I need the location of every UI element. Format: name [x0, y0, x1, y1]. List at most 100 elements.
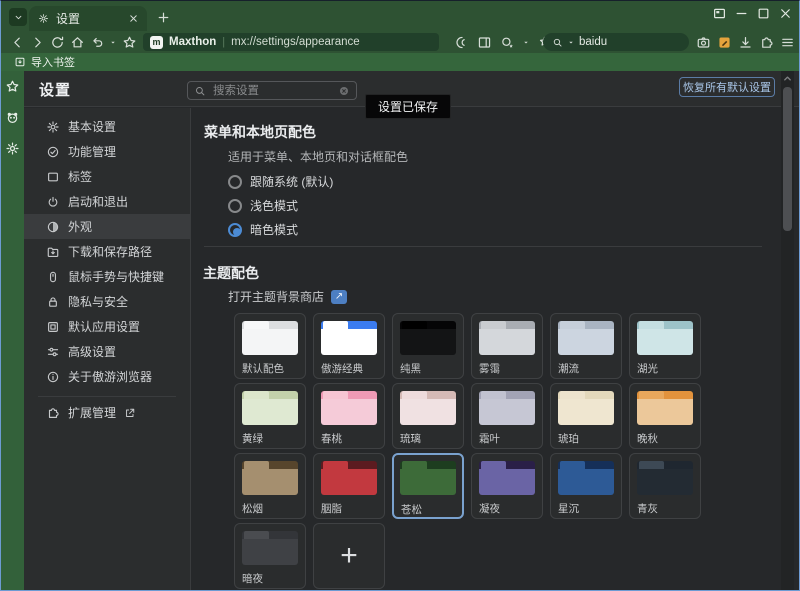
caret-down-icon[interactable] [109, 38, 117, 46]
theme-card-17[interactable]: 星沉 [550, 453, 622, 519]
share-icon[interactable] [499, 34, 515, 50]
theme-swatch [400, 321, 456, 355]
color-mode-option-0[interactable]: 跟随系统 (默认) [228, 173, 333, 190]
screenshot-icon[interactable] [695, 34, 711, 50]
theme-card-3[interactable]: 纯黑 [392, 313, 464, 379]
gear-icon[interactable] [5, 141, 20, 156]
sidebar-item-folder-download[interactable]: 下载和保存路径 [24, 239, 190, 264]
theme-label: 湖光 [637, 361, 658, 376]
settings-sidebar: 基本设置功能管理标签启动和退出外观下载和保存路径鼠标手势与快捷键隐私与安全默认应… [24, 108, 191, 591]
sidebar-item-label: 隐私与安全 [68, 293, 128, 310]
sidebar-item-extensions[interactable]: 扩展管理 [24, 400, 190, 425]
maximize-icon[interactable] [755, 5, 771, 21]
theme-card-2[interactable]: 傲游经典 [313, 313, 385, 379]
theme-card-9[interactable]: 琉璃 [392, 383, 464, 449]
split-screen-icon[interactable] [711, 5, 727, 21]
theme-card-19[interactable]: 暗夜 [234, 523, 306, 589]
external-link-icon [124, 407, 136, 419]
active-tab[interactable]: 设置 [29, 6, 147, 31]
minimize-icon[interactable] [733, 5, 749, 21]
sidebar-item-gear[interactable]: 基本设置 [24, 114, 190, 139]
theme-card-14[interactable]: 胭脂 [313, 453, 385, 519]
sidebar-item-info[interactable]: 关于傲游浏览器 [24, 364, 190, 389]
caret-down-icon[interactable] [522, 38, 530, 46]
theme-card-15[interactable]: 苍松 [392, 453, 464, 519]
star-icon[interactable] [5, 79, 20, 94]
theme-swatch [321, 461, 377, 495]
extensions-icon[interactable] [758, 34, 774, 50]
theme-card-1[interactable]: 默认配色 [234, 313, 306, 379]
theme-card-16[interactable]: 凝夜 [471, 453, 543, 519]
forward-icon[interactable] [29, 34, 45, 50]
arrow-up-right-icon[interactable]: ↗ [331, 290, 347, 304]
browser-search-box[interactable]: baidu [543, 33, 689, 51]
scrollbar-thumb[interactable] [783, 87, 792, 231]
back-icon[interactable] [9, 34, 25, 50]
settings-search[interactable] [187, 81, 357, 100]
theme-card-11[interactable]: 琥珀 [550, 383, 622, 449]
theme-label: 春桃 [321, 431, 342, 446]
theme-card-12[interactable]: 晚秋 [629, 383, 701, 449]
radio-unselected[interactable] [228, 199, 242, 213]
theme-card-10[interactable]: 霜叶 [471, 383, 543, 449]
theme-label: 青灰 [637, 501, 658, 516]
sidebar-item-palette[interactable]: 外观 [24, 214, 190, 239]
restore-defaults-button[interactable]: 恢复所有默认设置 [679, 77, 775, 97]
theme-card-8[interactable]: 春桃 [313, 383, 385, 449]
theme-card-4[interactable]: 雾霭 [471, 313, 543, 379]
sidebar-item-lock[interactable]: 隐私与安全 [24, 289, 190, 314]
sidebar-item-power[interactable]: 启动和退出 [24, 189, 190, 214]
theme-label: 苍松 [401, 502, 422, 517]
panda-icon[interactable] [5, 110, 20, 125]
notes-icon[interactable] [716, 34, 732, 50]
color-mode-option-2[interactable]: 暗色模式 [228, 221, 298, 238]
downloads-icon[interactable] [737, 34, 753, 50]
color-mode-option-1[interactable]: 浅色模式 [228, 197, 298, 214]
scrollbar-up-arrow[interactable] [782, 73, 793, 84]
reload-icon[interactable] [49, 34, 65, 50]
theme-swatch [400, 461, 456, 495]
theme-card-6[interactable]: 湖光 [629, 313, 701, 379]
url-separator: | [222, 36, 225, 48]
import-bookmarks-button[interactable]: 导入书签 [31, 54, 75, 70]
theme-card-5[interactable]: 潮流 [550, 313, 622, 379]
theme-card-7[interactable]: 黄绿 [234, 383, 306, 449]
close-icon[interactable] [777, 5, 793, 21]
close-tab-icon[interactable] [127, 13, 139, 25]
home-icon[interactable] [69, 34, 85, 50]
theme-card-13[interactable]: 松烟 [234, 453, 306, 519]
theme-swatch [637, 321, 693, 355]
sidebar-item-mouse[interactable]: 鼠标手势与快捷键 [24, 264, 190, 289]
undo-icon[interactable] [89, 34, 105, 50]
theme-swatch [242, 461, 298, 495]
read-aloud-icon[interactable] [453, 34, 469, 50]
theme-store-link[interactable]: 打开主题背景商店 ↗ [228, 288, 347, 305]
new-tab-button[interactable] [153, 7, 173, 27]
caret-down-icon [567, 38, 575, 46]
menu-icon[interactable] [779, 34, 795, 50]
theme-swatch [479, 321, 535, 355]
address-bar[interactable]: m Maxthon | mx://settings/appearance [143, 33, 439, 51]
reader-view-icon[interactable] [476, 34, 492, 50]
theme-card-18[interactable]: 青灰 [629, 453, 701, 519]
settings-content: 菜单和本地页配色 适用于菜单、本地页和对话框配色 跟随系统 (默认)浅色模式暗色… [192, 108, 782, 591]
radio-selected[interactable] [228, 223, 242, 237]
settings-search-input[interactable] [211, 84, 333, 98]
power-icon [46, 195, 60, 209]
theme-swatch [558, 391, 614, 425]
sidebar-item-label: 外观 [68, 218, 92, 235]
import-bookmark-icon [13, 56, 26, 69]
sidebar-item-app-grid[interactable]: 默认应用设置 [24, 314, 190, 339]
tab-list-button[interactable] [9, 8, 27, 26]
clear-circle-icon[interactable] [338, 85, 350, 97]
radio-unselected[interactable] [228, 175, 242, 189]
favorite-star-icon[interactable] [121, 34, 137, 50]
lock-icon [46, 295, 60, 309]
add-theme-button[interactable]: + [313, 523, 385, 589]
theme-swatch [242, 531, 298, 565]
sidebar-item-sliders[interactable]: 高级设置 [24, 339, 190, 364]
sidebar-item-check-circle[interactable]: 功能管理 [24, 139, 190, 164]
sliders-icon [46, 345, 60, 359]
magnifier-icon [551, 36, 563, 48]
sidebar-item-tab[interactable]: 标签 [24, 164, 190, 189]
